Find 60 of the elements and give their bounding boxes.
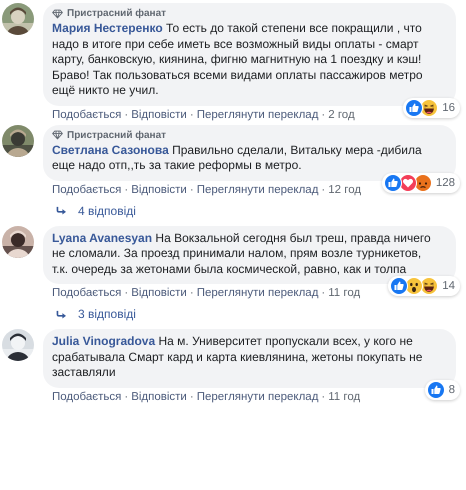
author-link[interactable]: Julia Vinogradova: [52, 334, 156, 348]
author-link[interactable]: Светлана Сазонова: [52, 142, 169, 156]
surprised-face-icon: [405, 277, 424, 295]
reaction-count: 14: [442, 280, 455, 292]
view-replies-link[interactable]: 3 відповіді: [78, 307, 136, 321]
separator-dot: ·: [190, 287, 194, 299]
timestamp-link[interactable]: 11 год: [328, 287, 360, 299]
comment-action-link[interactable]: Подобається: [52, 390, 122, 402]
comment-action-link[interactable]: Подобається: [52, 108, 122, 120]
reactions-pill[interactable]: 16: [403, 98, 460, 118]
badge-label: Пристрасний фанат: [67, 8, 166, 19]
comment-action-link[interactable]: Переглянути переклад: [196, 287, 318, 299]
separator-dot: ·: [321, 390, 326, 402]
comment-action-link[interactable]: Переглянути переклад: [196, 390, 318, 402]
comment-text: Julia Vinogradova На м. Университет пропускали всех, у кого не срабатывала Смарт кард и карта киевлянина, жетоны покупать не заставляли: [52, 334, 424, 380]
reactions-pill[interactable]: 128: [382, 172, 460, 192]
author-link[interactable]: Lyana Avanesyan: [52, 230, 152, 244]
separator-dot: ·: [190, 108, 194, 120]
timestamp-link[interactable]: 2 год: [328, 108, 355, 120]
comment-action-link[interactable]: Відповісти: [131, 287, 187, 299]
timestamp-link[interactable]: 11 год: [328, 390, 360, 402]
thumbs-up-icon: [384, 174, 402, 192]
reactions-pill[interactable]: 8: [424, 380, 460, 400]
badge-label: Пристрасний фанат: [67, 130, 166, 140]
angry-face-icon: [414, 174, 432, 192]
view-replies-link[interactable]: 4 відповіді: [78, 204, 136, 218]
timestamp-link[interactable]: 12 год: [328, 184, 362, 196]
comment-text: Мария Нестеренко То есть до такой степени все покращили , что надо в итоге при себе иметь все возможный виды оплаты - смарт карту, банковскую, киянина, фигню магнитную на 1 поездку и кэш! Браво! Так пользоваться всеми видами оплаты пассажиров метро ещё никто не учил.: [52, 21, 424, 98]
reaction-count: 16: [442, 102, 455, 114]
comment-action-link[interactable]: Відповісти: [131, 108, 187, 120]
reaction-count: 8: [448, 384, 455, 396]
reply-arrow-icon: [56, 206, 67, 215]
separator-dot: ·: [190, 184, 194, 196]
laughing-face-icon: [420, 277, 438, 295]
comment-action-link[interactable]: Подобається: [52, 287, 122, 299]
comment-action-link[interactable]: Переглянути переклад: [196, 184, 318, 196]
reactions-pill[interactable]: 14: [388, 276, 460, 296]
reply-arrow-icon: [56, 310, 67, 318]
separator-dot: ·: [321, 108, 326, 120]
comment-action-link[interactable]: Відповісти: [131, 184, 187, 196]
thumbs-up-icon: [390, 277, 408, 295]
separator-dot: ·: [124, 184, 128, 196]
separator-dot: ·: [321, 184, 326, 196]
reaction-count: 128: [436, 176, 455, 188]
comment-text: Светлана Сазонова Правильно сделали, Витальку мера -дибила еще надо отп,,ть за такие реформы в метро.: [52, 142, 423, 174]
comment-action-link[interactable]: Відповісти: [131, 390, 187, 402]
comment-action-link[interactable]: Переглянути переклад: [196, 108, 318, 120]
diamond-icon: [52, 130, 63, 140]
comment-text: Lyana Avanesyan На Вокзальной сегодня был треш, правда ничего не сломали. За проезд принимали налом, прям возле турникетов, т.к. очередь за жетонами была космической, равно, как и толпа: [52, 230, 432, 277]
thumbs-up-icon: [405, 98, 424, 116]
separator-dot: ·: [190, 390, 194, 402]
separator-dot: ·: [124, 108, 128, 120]
thumbs-up-icon: [426, 380, 445, 398]
diamond-icon: [52, 8, 63, 18]
separator-dot: ·: [124, 287, 128, 299]
separator-dot: ·: [124, 390, 128, 402]
laughing-face-icon: [420, 98, 438, 116]
author-link[interactable]: Мария Нестеренко: [52, 21, 163, 35]
separator-dot: ·: [321, 287, 326, 299]
comment-action-link[interactable]: Подобається: [52, 184, 122, 196]
